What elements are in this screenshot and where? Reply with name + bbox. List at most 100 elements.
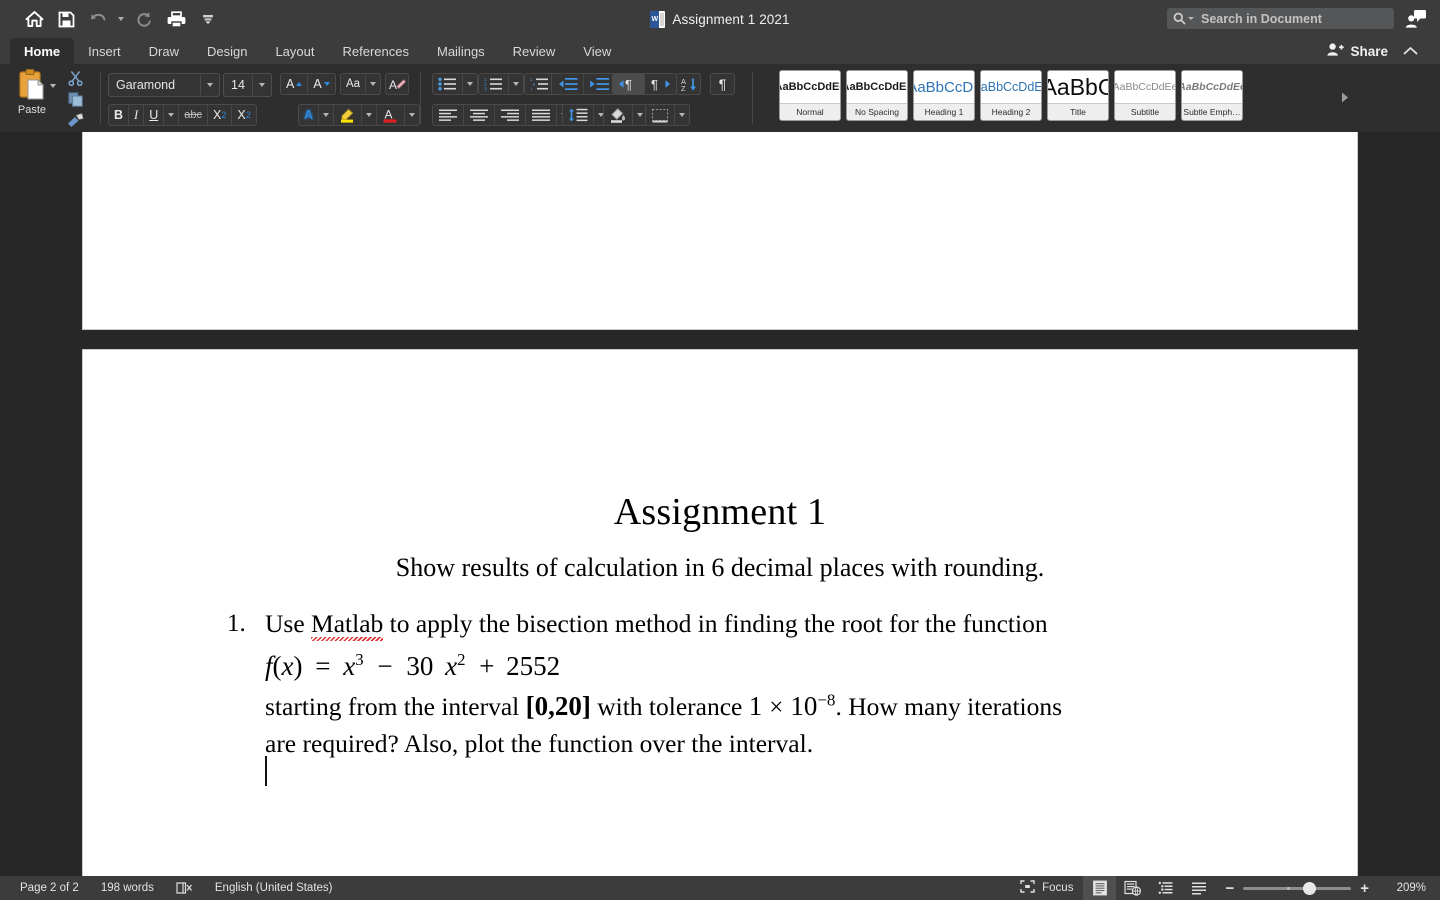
underline-button[interactable]: U: [144, 105, 164, 125]
change-case-button[interactable]: Aa: [341, 74, 366, 94]
numbering-dropdown-icon[interactable]: [509, 74, 523, 94]
font-size-dropdown-icon[interactable]: [252, 75, 271, 95]
format-painter-button[interactable]: [67, 111, 84, 129]
shading-button[interactable]: [604, 105, 633, 125]
change-case-dropdown-icon[interactable]: [366, 74, 380, 94]
font-family-dropdown-icon[interactable]: [200, 75, 219, 95]
justify-button[interactable]: [526, 105, 557, 125]
style-heading-1[interactable]: AaBbCcDc Heading 1: [913, 70, 975, 121]
borders-dropdown-icon[interactable]: [675, 105, 689, 125]
font-family-box[interactable]: Garamond: [108, 73, 220, 97]
styles-more-arrow-icon[interactable]: [1340, 91, 1350, 109]
style-subtitle[interactable]: AaBbCcDdEe Subtitle: [1114, 70, 1176, 121]
paste-dropdown-icon[interactable]: [50, 88, 56, 106]
align-left-button[interactable]: [433, 105, 464, 125]
align-right-button[interactable]: [495, 105, 526, 125]
bold-button[interactable]: B: [109, 105, 129, 125]
collapse-ribbon-icon[interactable]: [1403, 38, 1418, 64]
paste-button[interactable]: Paste: [10, 68, 54, 116]
search-input[interactable]: [1199, 11, 1388, 27]
clear-formatting-button[interactable]: A: [385, 73, 409, 95]
web-layout-view-icon[interactable]: [1116, 876, 1149, 900]
highlight-color-button[interactable]: [334, 105, 362, 125]
font-size-box[interactable]: 14: [223, 73, 272, 97]
subscript-button[interactable]: X2: [208, 105, 232, 125]
tab-review[interactable]: Review: [499, 38, 570, 64]
copy-button[interactable]: [68, 90, 83, 108]
tab-design[interactable]: Design: [193, 38, 261, 64]
search-box[interactable]: [1167, 8, 1394, 29]
style-preview: AaBbCcDdEe: [1182, 71, 1242, 103]
borders-button[interactable]: [646, 105, 675, 125]
shading-bucket-icon: [609, 107, 627, 123]
align-center-button[interactable]: [464, 105, 495, 125]
tab-mailings[interactable]: Mailings: [423, 38, 499, 64]
tab-draw[interactable]: Draw: [135, 38, 193, 64]
tab-insert[interactable]: Insert: [74, 38, 135, 64]
language-indicator[interactable]: English (United States): [215, 882, 333, 894]
ribbon-tab-strip: Home Insert Draw Design Layout Reference…: [0, 38, 1440, 64]
bullets-dropdown-icon[interactable]: [463, 74, 477, 94]
tab-view[interactable]: View: [569, 38, 625, 64]
style-title[interactable]: AaBbC Title: [1047, 70, 1109, 121]
alignment-group: [432, 104, 572, 126]
list-item-text-line3: starting from the interval [0,20] with t…: [265, 688, 1205, 726]
document-canvas[interactable]: Assignment 1 Show results of calculation…: [0, 132, 1440, 876]
document-heading: Assignment 1: [83, 490, 1357, 534]
list-item-text-line4: are required? Also, plot the function ov…: [265, 726, 1205, 762]
shrink-font-button[interactable]: A: [308, 74, 334, 94]
draft-view-icon[interactable]: [1182, 876, 1215, 900]
increase-indent-button[interactable]: [584, 74, 615, 94]
cut-button[interactable]: [68, 69, 83, 87]
bullets-button[interactable]: [433, 74, 463, 94]
rtl-text-direction-button[interactable]: ¶: [645, 74, 676, 94]
superscript-button[interactable]: X2: [232, 105, 255, 125]
text-direction-group: ¶ ¶: [612, 73, 677, 95]
tab-layout[interactable]: Layout: [261, 38, 328, 64]
styles-gallery: AaBbCcDdEe Normal AaBbCcDdEe No Spacing …: [779, 70, 1243, 121]
share-button[interactable]: Share: [1327, 38, 1388, 64]
focus-button[interactable]: Focus: [1010, 876, 1083, 900]
italic-button[interactable]: I: [129, 105, 144, 125]
print-layout-view-icon[interactable]: [1083, 876, 1116, 900]
numbered-list-icon: 123: [484, 77, 503, 91]
strikethrough-button[interactable]: abc: [179, 105, 208, 125]
proofing-errors-icon[interactable]: [176, 881, 193, 895]
zoom-out-button[interactable]: −: [1225, 880, 1234, 897]
font-color-button[interactable]: A: [377, 105, 405, 125]
numbering-button[interactable]: 123: [479, 74, 509, 94]
tab-home[interactable]: Home: [10, 38, 74, 64]
zoom-level[interactable]: 209%: [1388, 882, 1426, 894]
style-heading-2[interactable]: AaBbCcDdEe Heading 2: [980, 70, 1042, 121]
search-options-chevron-icon[interactable]: [1188, 17, 1194, 20]
person-comment-icon[interactable]: [1403, 6, 1429, 32]
ribbon: Paste Garamond 14 A A: [0, 64, 1440, 133]
zoom-slider[interactable]: [1243, 881, 1351, 895]
grow-font-button[interactable]: A: [281, 74, 308, 94]
font-color-dropdown-icon[interactable]: [405, 105, 419, 125]
decrease-indent-button[interactable]: [552, 74, 584, 94]
ltr-icon: ¶: [618, 77, 639, 91]
text-effects-dropdown-icon[interactable]: [319, 105, 334, 125]
font-family-value: Garamond: [109, 78, 200, 92]
outline-view-icon[interactable]: [1149, 876, 1182, 900]
line-spacing-button[interactable]: [563, 105, 594, 125]
page-indicator[interactable]: Page 2 of 2: [20, 882, 79, 894]
ltr-text-direction-button[interactable]: ¶: [613, 74, 645, 94]
sort-az-icon: AZ: [680, 77, 698, 92]
style-name: No Spacing: [847, 103, 907, 120]
tab-references[interactable]: References: [329, 38, 423, 64]
show-paragraph-marks-button[interactable]: ¶: [710, 73, 735, 95]
zoom-in-button[interactable]: +: [1360, 880, 1369, 897]
style-subtle-emphasis[interactable]: AaBbCcDdEe Subtle Emph…: [1181, 70, 1243, 121]
style-normal[interactable]: AaBbCcDdEe Normal: [779, 70, 841, 121]
text-effects-button[interactable]: A: [299, 105, 319, 125]
document-page-2[interactable]: Assignment 1 Show results of calculation…: [83, 350, 1357, 876]
highlight-dropdown-icon[interactable]: [362, 105, 377, 125]
style-preview: AaBbCcDdEe: [1115, 71, 1175, 103]
style-no-spacing[interactable]: AaBbCcDdEe No Spacing: [846, 70, 908, 121]
zoom-slider-handle[interactable]: [1303, 882, 1316, 895]
sort-button[interactable]: AZ: [676, 73, 701, 95]
word-count[interactable]: 198 words: [101, 882, 154, 894]
underline-dropdown-icon[interactable]: [164, 105, 179, 125]
